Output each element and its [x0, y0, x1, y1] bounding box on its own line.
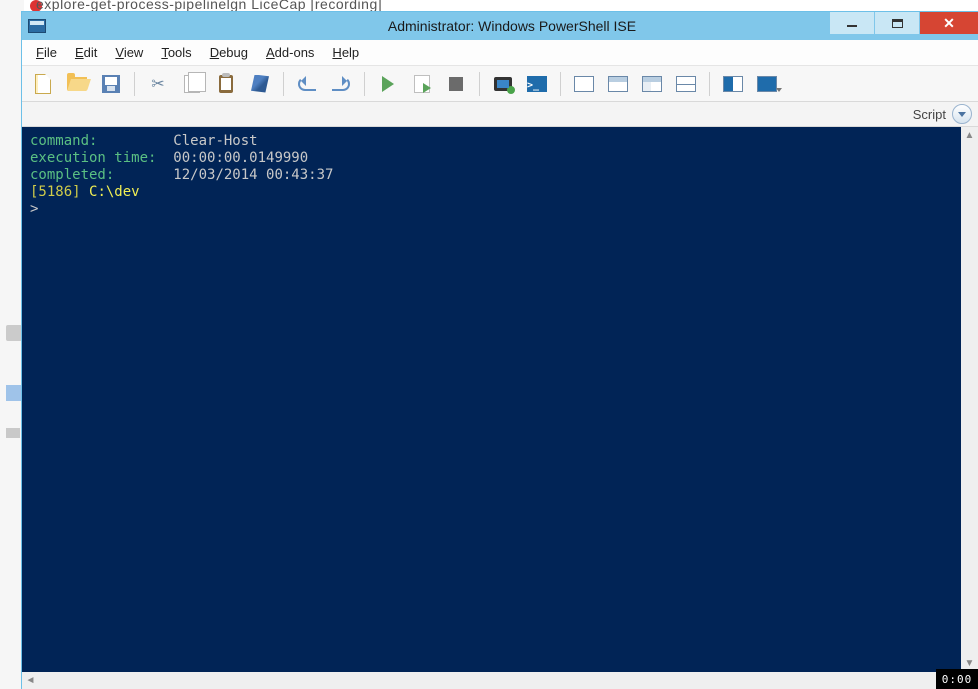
cut-button[interactable]: ✂ [143, 70, 173, 98]
menu-tools[interactable]: Tools [153, 42, 199, 63]
play-icon [382, 76, 394, 92]
menu-debug[interactable]: Debug [202, 42, 256, 63]
menu-bar: File Edit View Tools Debug Add-ons Help [22, 40, 978, 66]
console-label: command: [30, 133, 173, 149]
layout-max-button[interactable] [637, 70, 667, 98]
powershell-icon: >_ [527, 76, 547, 92]
stop-button[interactable] [441, 70, 471, 98]
history-id: [5186] [30, 184, 81, 200]
save-icon [102, 75, 120, 93]
window-controls: ✕ [830, 12, 978, 34]
start-powershell-button[interactable]: >_ [522, 70, 552, 98]
pane-layout-icon [574, 76, 594, 92]
console-output[interactable]: command: Clear-Host execution time: 00:0… [22, 127, 961, 672]
close-button[interactable]: ✕ [920, 12, 978, 34]
run-button[interactable] [373, 70, 403, 98]
paste-icon [219, 75, 233, 93]
redo-button[interactable] [326, 70, 356, 98]
menu-file[interactable]: File [28, 42, 65, 63]
maximize-button[interactable] [875, 12, 919, 34]
new-file-icon [35, 74, 51, 94]
toolbar-separator [560, 72, 561, 96]
toggle-script-pane-button[interactable] [952, 104, 972, 124]
console-value: Clear-Host [173, 133, 257, 149]
powershell-ise-window: Administrator: Windows PowerShell ISE ✕ … [22, 12, 978, 689]
minimize-button[interactable] [830, 12, 874, 34]
console-label: completed: [30, 167, 173, 183]
paste-button[interactable] [211, 70, 241, 98]
remote-computer-icon [494, 77, 512, 91]
layout-top-button[interactable] [569, 70, 599, 98]
undo-button[interactable] [292, 70, 322, 98]
command-addon-split-button[interactable] [752, 70, 782, 98]
menu-view[interactable]: View [107, 42, 151, 63]
new-button[interactable] [28, 70, 58, 98]
background-taskbar-icon [6, 385, 22, 401]
console-pane: command: Clear-Host execution time: 00:0… [22, 127, 978, 672]
open-button[interactable] [62, 70, 92, 98]
scroll-up-button[interactable]: ▲ [961, 127, 978, 144]
console-value: 00:00:00.0149990 [173, 150, 308, 166]
undo-icon [298, 77, 316, 91]
console-label: execution time: [30, 150, 173, 166]
layout-right-button[interactable] [603, 70, 633, 98]
horizontal-scrollbar[interactable]: ◄ ► [22, 672, 978, 689]
prompt-symbol: > [30, 201, 38, 217]
command-pane-icon [723, 76, 743, 92]
run-selection-icon [414, 75, 430, 93]
folder-open-icon [67, 77, 87, 91]
menu-edit[interactable]: Edit [67, 42, 105, 63]
save-button[interactable] [96, 70, 126, 98]
copy-button[interactable] [177, 70, 207, 98]
pane-layout-icon [642, 76, 662, 92]
toolbar: ✂ >_ [22, 66, 978, 102]
background-taskbar-icon [6, 325, 22, 341]
toolbar-separator [283, 72, 284, 96]
toolbar-separator [479, 72, 480, 96]
app-icon[interactable] [28, 19, 46, 33]
title-bar[interactable]: Administrator: Windows PowerShell ISE ✕ [22, 12, 978, 40]
command-pane-icon [757, 76, 777, 92]
script-label: Script [913, 107, 946, 122]
current-path: C:\dev [89, 184, 140, 200]
toolbar-separator [364, 72, 365, 96]
scroll-left-button[interactable]: ◄ [22, 675, 39, 686]
copy-icon [184, 75, 200, 93]
recording-timer-badge: 0:00 [936, 669, 978, 689]
stop-icon [449, 77, 463, 91]
toolbar-separator [134, 72, 135, 96]
background-taskbar-icon [6, 428, 20, 438]
pane-layout-icon [676, 76, 696, 92]
remote-ps-button[interactable] [488, 70, 518, 98]
vertical-scrollbar[interactable]: ▲ ▼ [961, 127, 978, 672]
script-pane-header: Script [22, 102, 978, 127]
console-value: 12/03/2014 00:43:37 [173, 167, 333, 183]
cut-icon: ✂ [151, 74, 164, 94]
desktop-background [0, 0, 24, 689]
pane-layout-icon [608, 76, 628, 92]
run-selection-button[interactable] [407, 70, 437, 98]
background-window-title: explore-get-process-pipelinelgn LiceCap … [36, 0, 382, 12]
command-addon-button[interactable] [718, 70, 748, 98]
menu-addons[interactable]: Add-ons [258, 42, 322, 63]
redo-icon [332, 77, 350, 91]
clear-button[interactable] [245, 70, 275, 98]
menu-help[interactable]: Help [324, 42, 367, 63]
layout-console-button[interactable] [671, 70, 701, 98]
toolbar-separator [709, 72, 710, 96]
eraser-icon [251, 75, 269, 93]
